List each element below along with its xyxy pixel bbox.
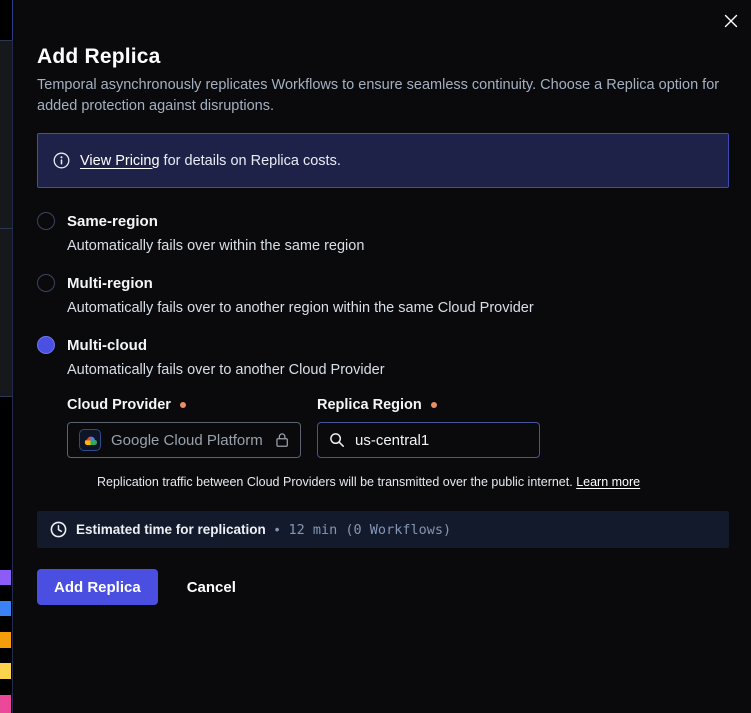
screen: Add Replica Temporal asynchronously repl… [0,0,751,713]
replica-options: Same-region Automatically fails over wit… [37,212,729,490]
background-panel [0,228,12,396]
required-dot [180,402,186,408]
cloud-provider-select[interactable]: Google Cloud Platform [67,422,301,458]
replica-region-value: us-central1 [355,432,429,449]
background-divider [0,396,12,397]
option-label: Same-region [67,213,158,230]
radio-option-multi-region[interactable]: Multi-region [37,274,729,292]
option-label: Multi-cloud [67,337,147,354]
estimate-label: Estimated time for replication [76,522,266,537]
info-icon [53,152,70,169]
option-description: Automatically fails over within the same… [67,237,729,255]
learn-more-link[interactable]: Learn more [576,475,640,489]
estimate-value: 12 min (0 Workflows) [289,522,452,538]
required-dot [431,402,437,408]
background-page [0,0,13,713]
background-divider [0,228,12,229]
background-icon-chip [0,632,11,648]
close-button[interactable] [720,10,742,32]
modal-description: Temporal asynchronously replicates Workf… [37,75,743,117]
radio-selected-icon[interactable] [37,336,55,354]
background-icon-chip [0,570,11,585]
background-icon-chip [0,663,11,679]
clock-icon [50,521,67,538]
option-multi-cloud: Multi-cloud Automatically fails over to … [37,336,729,490]
modal-actions: Add Replica Cancel [37,569,729,605]
background-panel [0,40,12,228]
public-internet-note: Replication traffic between Cloud Provid… [97,474,729,490]
close-icon [724,14,738,28]
pricing-banner-suffix: for details on Replica costs. [160,153,341,169]
cancel-button[interactable]: Cancel [185,569,238,605]
option-label: Multi-region [67,275,153,292]
estimate-separator: • [275,522,280,537]
radio-unselected-icon[interactable] [37,274,55,292]
pricing-banner-text: View Pricing for details on Replica cost… [80,153,341,169]
option-description: Automatically fails over to another Clou… [67,361,729,379]
replica-region-label: Replica Region [317,396,437,414]
option-description: Automatically fails over to another regi… [67,299,729,317]
add-replica-modal: Add Replica Temporal asynchronously repl… [13,0,751,713]
google-cloud-logo-icon [79,429,101,451]
multi-cloud-form: Cloud Provider Replica Region [67,396,729,490]
radio-option-same-region[interactable]: Same-region [37,212,729,230]
add-replica-button[interactable]: Add Replica [37,569,158,605]
radio-option-multi-cloud[interactable]: Multi-cloud [37,336,729,354]
modal-title: Add Replica [37,44,729,69]
cloud-provider-label: Cloud Provider [67,396,301,414]
background-icon-chip [0,601,11,616]
background-icon-chip [0,695,11,713]
replica-region-input[interactable]: us-central1 [317,422,540,458]
search-icon [329,432,345,448]
option-multi-region: Multi-region Automatically fails over to… [37,274,729,317]
lock-icon [275,431,289,449]
cloud-provider-value: Google Cloud Platform [111,432,263,449]
radio-unselected-icon[interactable] [37,212,55,230]
pricing-banner: View Pricing for details on Replica cost… [37,133,729,188]
view-pricing-link[interactable]: View Pricing [80,153,160,169]
background-divider [0,40,12,41]
estimate-banner: Estimated time for replication • 12 min … [37,511,729,548]
option-same-region: Same-region Automatically fails over wit… [37,212,729,255]
